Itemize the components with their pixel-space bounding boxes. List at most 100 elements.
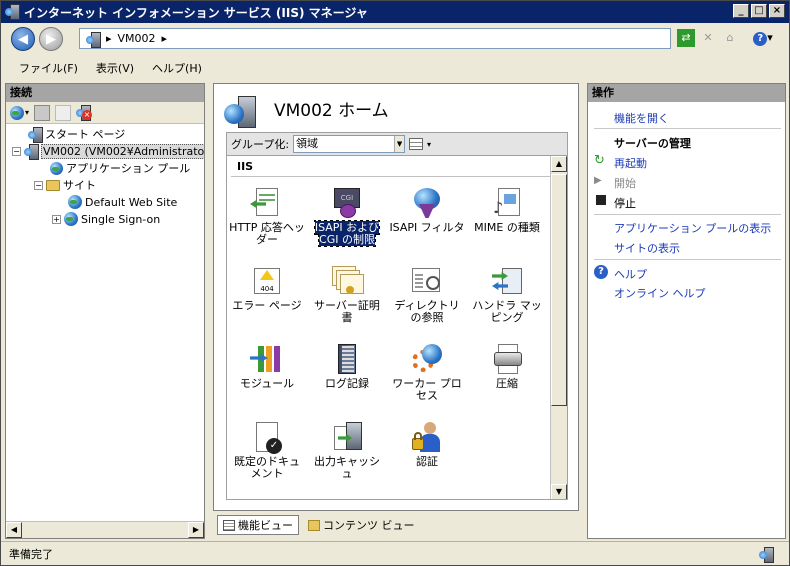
- status-text: 準備完了: [9, 547, 53, 561]
- globe-icon: [68, 195, 82, 209]
- tree-item-sites[interactable]: − サイト: [34, 177, 96, 193]
- actions-header: 操作: [588, 84, 785, 102]
- close-button[interactable]: ×: [769, 4, 785, 18]
- maximize-button[interactable]: □: [751, 4, 767, 18]
- tree-item-single-sign-on[interactable]: + Single Sign-on: [52, 211, 160, 227]
- actions-pane: 操作 機能を開く サーバーの管理 ↻ 再起動 ▶ 開始 停止 アプリケーション …: [587, 83, 786, 539]
- feature-worker-processes[interactable]: ワーカー プロセス: [389, 342, 465, 402]
- tree-item-default-web-site[interactable]: Default Web Site: [68, 194, 177, 210]
- navigation-bar: ◀ ▶ ▸ VM002 ▸ ⇄ ✕ ⌂ ? ▾: [1, 23, 789, 55]
- feature-isapi-cgi-restrictions[interactable]: CGI ISAPI および CGI の制限: [309, 186, 385, 247]
- connections-tree: スタート ページ − VM002 (VM002¥Administrator) ア…: [6, 124, 204, 521]
- worker-processes-icon: [410, 342, 444, 376]
- feature-http-response-headers[interactable]: HTTP 応答ヘッダー: [229, 186, 305, 246]
- output-caching-icon: [330, 420, 364, 454]
- up-icon[interactable]: [55, 104, 72, 121]
- scroll-thumb[interactable]: [551, 174, 567, 406]
- action-view-sites[interactable]: サイトの表示: [614, 240, 680, 256]
- restart-icon: ↻: [594, 153, 605, 168]
- help-icon: ?: [594, 265, 608, 279]
- view-mode-dropdown-icon[interactable]: ▾: [427, 140, 431, 149]
- action-stop[interactable]: 停止: [614, 195, 636, 211]
- address-separator[interactable]: ▸: [162, 32, 168, 45]
- isapi-filter-icon: [410, 186, 444, 220]
- connect-icon[interactable]: [10, 105, 24, 120]
- feature-default-document[interactable]: ✓ 既定のドキュメント: [229, 420, 305, 480]
- group-by-label: グループ化:: [231, 138, 290, 151]
- home-pane: VM002 ホーム グループ化: 領域 ▼ ▾ IIS HTTP 応答ヘッダー …: [213, 83, 579, 511]
- tab-features-view[interactable]: 機能ビュー: [217, 515, 299, 535]
- mime-types-icon: ♪: [490, 186, 524, 220]
- feature-output-caching[interactable]: 出力キャッシュ: [309, 420, 385, 480]
- minimize-button[interactable]: _: [733, 4, 749, 18]
- help-dropdown-button[interactable]: ? ▾: [749, 29, 777, 47]
- forward-button[interactable]: ▶: [39, 27, 63, 51]
- feature-handler-mappings[interactable]: ハンドラ マッピング: [469, 264, 545, 324]
- view-tabs: 機能ビュー コンテンツ ビュー: [217, 515, 420, 535]
- tree-item-start-page[interactable]: スタート ページ: [28, 126, 125, 143]
- feature-mime-types[interactable]: ♪ MIME の種類: [469, 186, 545, 234]
- features-vscrollbar[interactable]: ▲ ▼: [550, 156, 567, 499]
- logging-icon: [330, 342, 364, 376]
- page-title: VM002 ホーム: [274, 101, 389, 121]
- error-pages-icon: 404: [250, 264, 284, 298]
- server-home-icon: [224, 94, 260, 130]
- stop-icon[interactable]: ✕: [699, 29, 717, 47]
- feature-modules[interactable]: モジュール: [229, 342, 305, 390]
- menu-view[interactable]: 表示(V): [96, 60, 134, 76]
- tree-item-server[interactable]: − VM002 (VM002¥Administrator): [12, 143, 204, 160]
- group-divider: [231, 176, 553, 177]
- server-icon: [24, 144, 39, 160]
- action-restart[interactable]: 再起動: [614, 155, 647, 171]
- action-help[interactable]: ヘルプ: [614, 266, 647, 282]
- scroll-down-button[interactable]: ▼: [551, 484, 567, 499]
- menu-file[interactable]: ファイル(F): [19, 60, 78, 76]
- connections-pane: 接続 ▾ × スタート ページ − VM002 (VM002¥Administr…: [5, 83, 205, 539]
- connections-hscrollbar[interactable]: ◀ ▶: [6, 521, 204, 538]
- features-view: IIS HTTP 応答ヘッダー CGI ISAPI および CGI の制限 IS…: [226, 156, 568, 500]
- address-bar[interactable]: ▸ VM002 ▸: [79, 28, 671, 49]
- feature-isapi-filters[interactable]: ISAPI フィルタ: [389, 186, 465, 234]
- feature-directory-browsing[interactable]: ディレクトリの参照: [389, 264, 465, 324]
- disconnect-icon[interactable]: ×: [76, 104, 93, 121]
- feature-authentication[interactable]: 認証: [389, 420, 465, 468]
- collapse-icon[interactable]: −: [12, 146, 21, 156]
- stop-icon: [596, 195, 606, 205]
- feature-server-certificates[interactable]: サーバー証明書: [309, 264, 385, 324]
- scroll-left-button[interactable]: ◀: [6, 522, 22, 538]
- http-headers-icon: [250, 186, 284, 220]
- globe-icon: [64, 212, 78, 226]
- scroll-up-button[interactable]: ▲: [551, 156, 567, 172]
- feature-compression[interactable]: 圧縮: [469, 342, 545, 390]
- server-status-icon: [759, 547, 775, 563]
- view-mode-icon[interactable]: [409, 138, 424, 150]
- feature-logging[interactable]: ログ記録: [309, 342, 385, 390]
- menu-help[interactable]: ヘルプ(H): [152, 60, 202, 76]
- group-by-select[interactable]: 領域 ▼: [293, 135, 406, 153]
- actions-divider: [594, 259, 781, 260]
- server-icon: [86, 31, 101, 48]
- refresh-icon[interactable]: ⇄: [677, 29, 695, 47]
- action-online-help[interactable]: オンライン ヘルプ: [614, 285, 706, 301]
- address-segment-server[interactable]: VM002: [118, 32, 156, 45]
- connect-dropdown-icon[interactable]: ▾: [25, 108, 29, 117]
- group-by-bar: グループ化: 領域 ▼ ▾: [226, 132, 568, 156]
- feature-error-pages[interactable]: 404 エラー ページ: [229, 264, 305, 312]
- save-icon[interactable]: [34, 104, 51, 121]
- action-start[interactable]: 開始: [614, 175, 636, 191]
- tab-content-view[interactable]: コンテンツ ビュー: [303, 515, 420, 535]
- actions-divider: [594, 214, 781, 215]
- home-icon[interactable]: ⌂: [721, 29, 739, 47]
- action-view-app-pools[interactable]: アプリケーション プールの表示: [614, 220, 771, 236]
- action-open-feature[interactable]: 機能を開く: [614, 110, 669, 126]
- expand-icon[interactable]: +: [52, 214, 61, 224]
- manage-server-header: サーバーの管理: [614, 137, 691, 150]
- compression-icon: [490, 342, 524, 376]
- tree-item-app-pools[interactable]: アプリケーション プール: [50, 160, 190, 176]
- actions-divider: [594, 128, 781, 129]
- start-page-icon: [28, 127, 43, 143]
- scroll-right-button[interactable]: ▶: [188, 522, 204, 538]
- window-title: インターネット インフォメーション サービス (IIS) マネージャ: [24, 5, 368, 20]
- collapse-icon[interactable]: −: [34, 180, 43, 190]
- back-button[interactable]: ◀: [11, 27, 35, 51]
